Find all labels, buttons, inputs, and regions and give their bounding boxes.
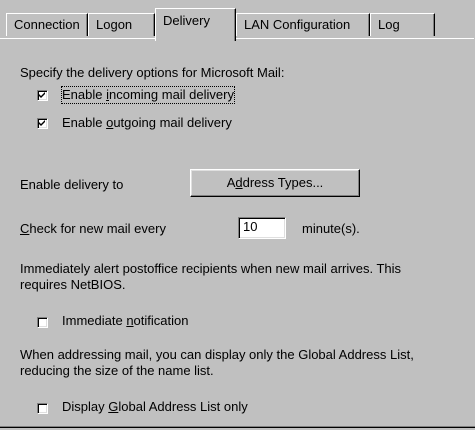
alert-text-line2: requires NetBIOS. (20, 277, 126, 292)
label-part: lobal Address List only (118, 399, 248, 414)
checkmark-icon (39, 92, 45, 98)
tab-logon[interactable]: Logon (88, 13, 155, 36)
label-part: Immediate (62, 313, 127, 328)
alert-text-line1: Immediately alert postoffice recipients … (20, 261, 402, 276)
label-part: utgoing mail delivery (113, 115, 232, 130)
incoming-mail-checkbox[interactable] (37, 90, 48, 101)
gal-only-checkbox[interactable] (37, 403, 48, 414)
tab-label: Delivery (163, 13, 210, 28)
label-accel: C (20, 221, 30, 236)
label-part: Display (62, 399, 109, 414)
panel-bottom-edge (0, 427, 475, 428)
incoming-mail-label[interactable]: Enable incoming mail delivery (61, 86, 235, 104)
outgoing-mail-checkbox[interactable] (37, 118, 48, 129)
outgoing-mail-label[interactable]: Enable outgoing mail delivery (62, 115, 232, 131)
tab-lan-configuration[interactable]: LAN Configuration (236, 13, 370, 36)
label-part: Enable (62, 115, 107, 130)
check-mail-label: Check for new mail every (20, 221, 166, 237)
tab-log[interactable]: Log (370, 13, 435, 36)
check-interval-input[interactable]: 10 (238, 217, 286, 239)
tab-strip: Connection Logon LAN Configuration Log D… (0, 0, 475, 41)
address-types-button[interactable]: Address Types... (190, 169, 360, 197)
label-accel: n (126, 313, 134, 328)
immediate-notification-label[interactable]: Immediate notification (62, 313, 188, 329)
gal-text-line2: reducing the size of the name list. (20, 363, 214, 378)
intro-text: Specify the delivery options for Microso… (20, 65, 285, 80)
label-part: otification (133, 313, 189, 328)
tab-delivery[interactable]: Delivery (155, 8, 236, 41)
gal-only-label[interactable]: Display Global Address List only (62, 399, 248, 415)
label-part: ncoming mail delivery (108, 87, 234, 102)
label-part: heck for new mail every (29, 221, 166, 236)
button-part: dress Types... (242, 175, 324, 190)
gal-text-line1: When addressing mail, you can display on… (20, 347, 414, 362)
tab-connection[interactable]: Connection (6, 13, 88, 36)
button-accel: d (235, 175, 243, 190)
tab-label: Log (378, 17, 400, 32)
minutes-label: minute(s). (302, 221, 360, 236)
immediate-notification-checkbox[interactable] (37, 317, 48, 328)
enable-delivery-to-label: Enable delivery to (20, 177, 124, 192)
tab-label: Logon (96, 17, 133, 32)
checkmark-icon (39, 120, 45, 126)
tab-label: LAN Configuration (244, 17, 351, 32)
delivery-panel: Specify the delivery options for Microso… (0, 38, 474, 426)
tab-label: Connection (14, 17, 80, 32)
label-part: Enable (62, 87, 107, 102)
label-accel: G (108, 399, 119, 414)
